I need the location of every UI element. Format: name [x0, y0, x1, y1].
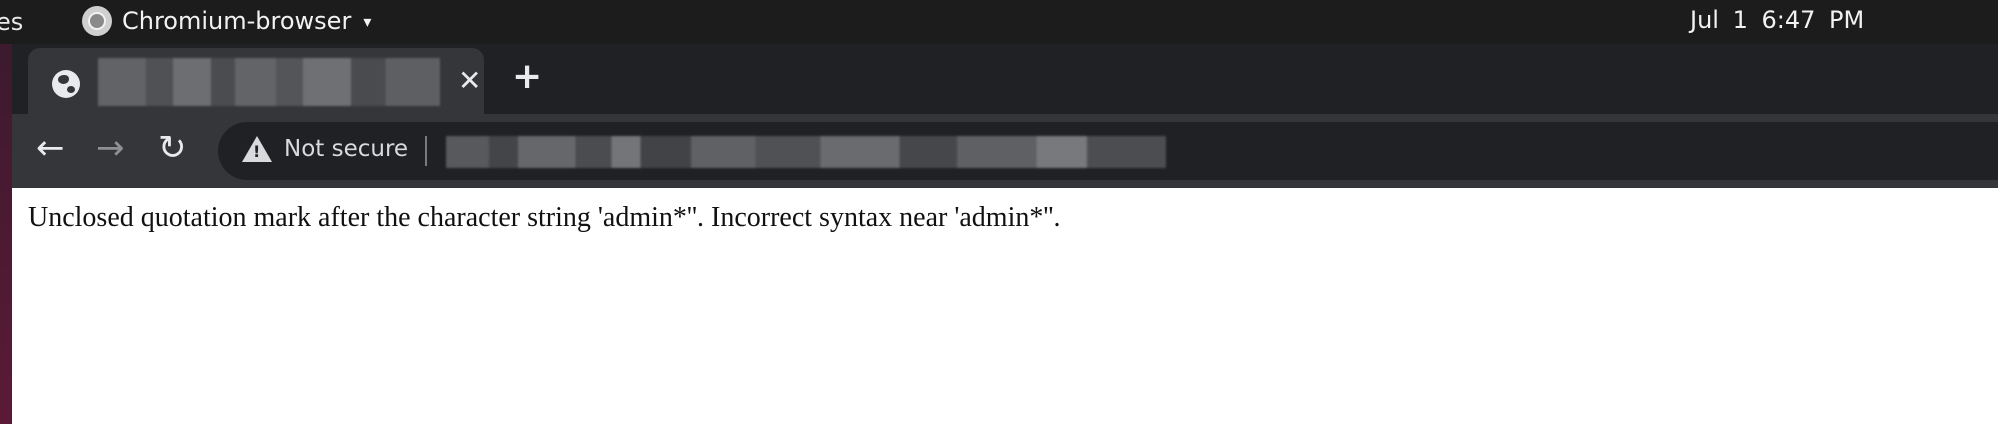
chevron-down-icon: ▾ [363, 11, 372, 31]
tab-title-redacted [98, 58, 440, 106]
back-button[interactable]: ← [36, 128, 65, 168]
address-bar[interactable]: Not secure [218, 122, 1998, 180]
reload-button[interactable]: ↻ [158, 128, 187, 168]
security-indicator[interactable]: Not secure [284, 136, 408, 162]
browser-toolbar: ← → ↻ Not secure [12, 114, 1998, 188]
clock[interactable]: Jul 1 6:47 PM [1690, 6, 1864, 34]
activities-button[interactable]: es [0, 8, 23, 36]
system-top-panel: es Chromium-browser ▾ Jul 1 6:47 PM [0, 0, 1998, 44]
desktop-background [0, 44, 12, 424]
url-divider [425, 136, 427, 166]
active-tab[interactable]: ✕ [28, 48, 484, 114]
page-content: Unclosed quotation mark after the charac… [12, 188, 1998, 424]
warning-icon[interactable] [242, 136, 272, 162]
globe-icon [52, 70, 80, 98]
app-name-label: Chromium-browser [122, 7, 352, 35]
clock-date: Jul 1 [1690, 6, 1748, 34]
clock-time: 6:47 PM [1761, 6, 1865, 34]
chromium-icon [82, 6, 112, 36]
forward-button[interactable]: → [96, 128, 125, 168]
url-redacted[interactable] [446, 136, 1166, 168]
app-menu[interactable]: Chromium-browser ▾ [82, 6, 371, 36]
sql-error-message: Unclosed quotation mark after the charac… [28, 202, 1061, 233]
tab-strip: ✕ + [12, 44, 1998, 114]
new-tab-button[interactable]: + [512, 56, 542, 97]
close-icon[interactable]: ✕ [458, 64, 481, 97]
